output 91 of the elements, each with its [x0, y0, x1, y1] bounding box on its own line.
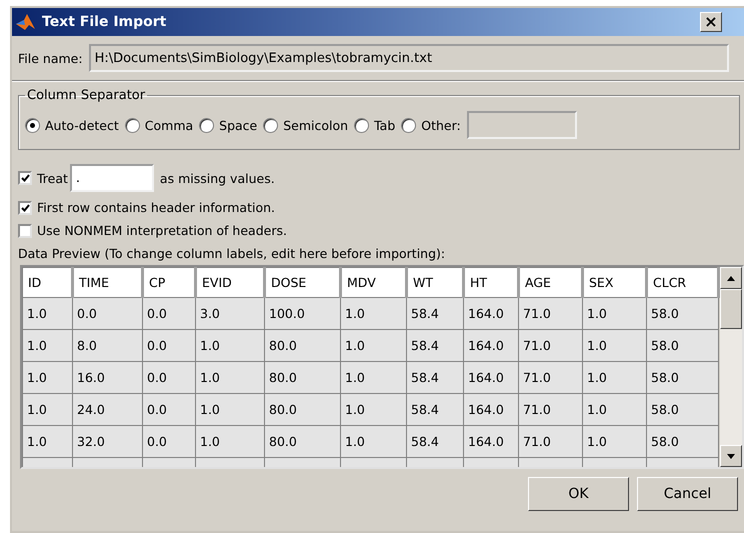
table-cell[interactable]: 58.0 [646, 426, 718, 458]
treat-checkbox[interactable]: Treat [18, 170, 68, 186]
other-field[interactable] [466, 111, 577, 139]
table-cell[interactable]: 80.0 [264, 362, 340, 394]
table-cell[interactable]: 1.0 [196, 426, 264, 458]
table-cell[interactable]: 80.0 [264, 330, 340, 362]
radio-option[interactable]: Comma [124, 118, 194, 132]
table-cell[interactable]: 24.0 [72, 394, 142, 426]
table-cell[interactable]: 1.0 [340, 298, 406, 330]
table-cell[interactable]: 71.0 [518, 394, 582, 426]
column-header[interactable]: TIME [72, 268, 142, 298]
table-cell[interactable]: 58.0 [646, 298, 718, 330]
dialog-button[interactable]: Cancel [637, 477, 738, 511]
table-cell[interactable]: 80.0 [264, 426, 340, 458]
table-cell[interactable]: 0.0 [142, 362, 196, 394]
data-preview-label: Data Preview (To change column labels, edit here before importing): [18, 246, 446, 261]
column-header[interactable]: EVID [196, 268, 264, 298]
column-header[interactable]: CLCR [646, 268, 718, 298]
dialog-button[interactable]: OK [528, 477, 629, 511]
table-cell[interactable]: 1.0 [22, 298, 72, 330]
column-header[interactable]: CP [142, 268, 196, 298]
table-cell[interactable]: 164.0 [464, 394, 518, 426]
table-cell[interactable]: 58.0 [646, 362, 718, 394]
table-cell[interactable]: 58.0 [646, 330, 718, 362]
table-cell[interactable]: 71.0 [518, 330, 582, 362]
table-cell[interactable]: 0.0 [142, 394, 196, 426]
table-cell[interactable]: 0.0 [142, 298, 196, 330]
table-cell[interactable]: 1.0 [582, 362, 646, 394]
table-cell[interactable]: 1.0 [582, 394, 646, 426]
table-cell[interactable]: 1.0 [22, 394, 72, 426]
column-header[interactable]: ID [22, 268, 72, 298]
table-cell[interactable]: 0.0 [72, 298, 142, 330]
up-arrow-icon [727, 276, 735, 280]
table-cell[interactable]: 0.0 [142, 330, 196, 362]
table-cell[interactable]: 71.0 [518, 426, 582, 458]
table-cell[interactable]: 71.0 [518, 362, 582, 394]
table-cell[interactable]: 1.0 [22, 362, 72, 394]
table-cell[interactable]: 1.0 [196, 330, 264, 362]
table-cell[interactable]: 1.0 [22, 330, 72, 362]
column-header[interactable]: WT [406, 268, 464, 298]
table-cell[interactable]: 1.0 [340, 330, 406, 362]
table-cell[interactable]: 100.0 [264, 298, 340, 330]
window-title: Text File Import [42, 14, 168, 30]
radio-option[interactable]: Tab [354, 118, 396, 132]
column-header[interactable]: MDV [340, 268, 406, 298]
file-name-label: File name: [18, 50, 83, 66]
table-cell[interactable]: 16.0 [72, 362, 142, 394]
table-cell[interactable]: 1.0 [340, 394, 406, 426]
column-header[interactable]: AGE [518, 268, 582, 298]
column-header[interactable]: DOSE [264, 268, 340, 298]
close-button[interactable]: × [700, 12, 722, 32]
radio-option[interactable]: Semicolon [263, 118, 348, 132]
table-cell[interactable]: 58.4 [406, 330, 464, 362]
table-cell[interactable]: 1.0 [582, 298, 646, 330]
table-cell[interactable]: 164.0 [464, 330, 518, 362]
option-checkbox[interactable]: First row contains header information. [18, 200, 276, 215]
table-cell[interactable]: 1.0 [340, 426, 406, 458]
table-cell[interactable]: 1.0 [582, 426, 646, 458]
group-title: Column Separator [26, 88, 146, 103]
table-cell[interactable]: 3.0 [196, 298, 264, 330]
table-cell[interactable]: 164.0 [464, 298, 518, 330]
table-cell[interactable]: 58.4 [406, 426, 464, 458]
table-cell[interactable]: 1.0 [582, 330, 646, 362]
table-cell[interactable]: 1.0 [22, 426, 72, 458]
table-cell[interactable]: 80.0 [264, 394, 340, 426]
scrollbar-thumb[interactable] [720, 289, 742, 329]
radio-option[interactable]: Space [199, 118, 258, 132]
table-cell[interactable]: 71.0 [518, 298, 582, 330]
option-checkbox[interactable]: Use NONMEM interpretation of headers. [18, 223, 287, 238]
table-cell[interactable]: 32.0 [72, 426, 142, 458]
table-cell[interactable]: 1.0 [196, 362, 264, 394]
radio-option[interactable]: Other: [401, 118, 461, 132]
down-arrow-icon [727, 454, 735, 458]
table-cell[interactable]: 0.0 [142, 426, 196, 458]
missing-values-label: as missing values. [160, 170, 275, 186]
missing-value-field[interactable]: . [70, 164, 154, 192]
table-cell[interactable]: 1.0 [196, 394, 264, 426]
file-name-field[interactable]: H:\Documents\SimBiology\Examples\tobramycin.txt [88, 44, 729, 72]
table-cell[interactable]: 58.4 [406, 394, 464, 426]
table-cell[interactable]: 1.0 [340, 362, 406, 394]
table-cell[interactable]: 8.0 [72, 330, 142, 362]
table-cell[interactable]: 164.0 [464, 362, 518, 394]
column-header[interactable]: HT [464, 268, 518, 298]
logo-icon [16, 13, 36, 31]
table-cell[interactable]: 164.0 [464, 426, 518, 458]
column-header[interactable]: SEX [582, 268, 646, 298]
table-cell[interactable]: 58.4 [406, 298, 464, 330]
table-cell[interactable]: 58.4 [406, 362, 464, 394]
scrollbar[interactable] [720, 267, 742, 467]
radio-option[interactable]: Auto-detect [25, 118, 119, 132]
table-cell[interactable]: 58.0 [646, 394, 718, 426]
